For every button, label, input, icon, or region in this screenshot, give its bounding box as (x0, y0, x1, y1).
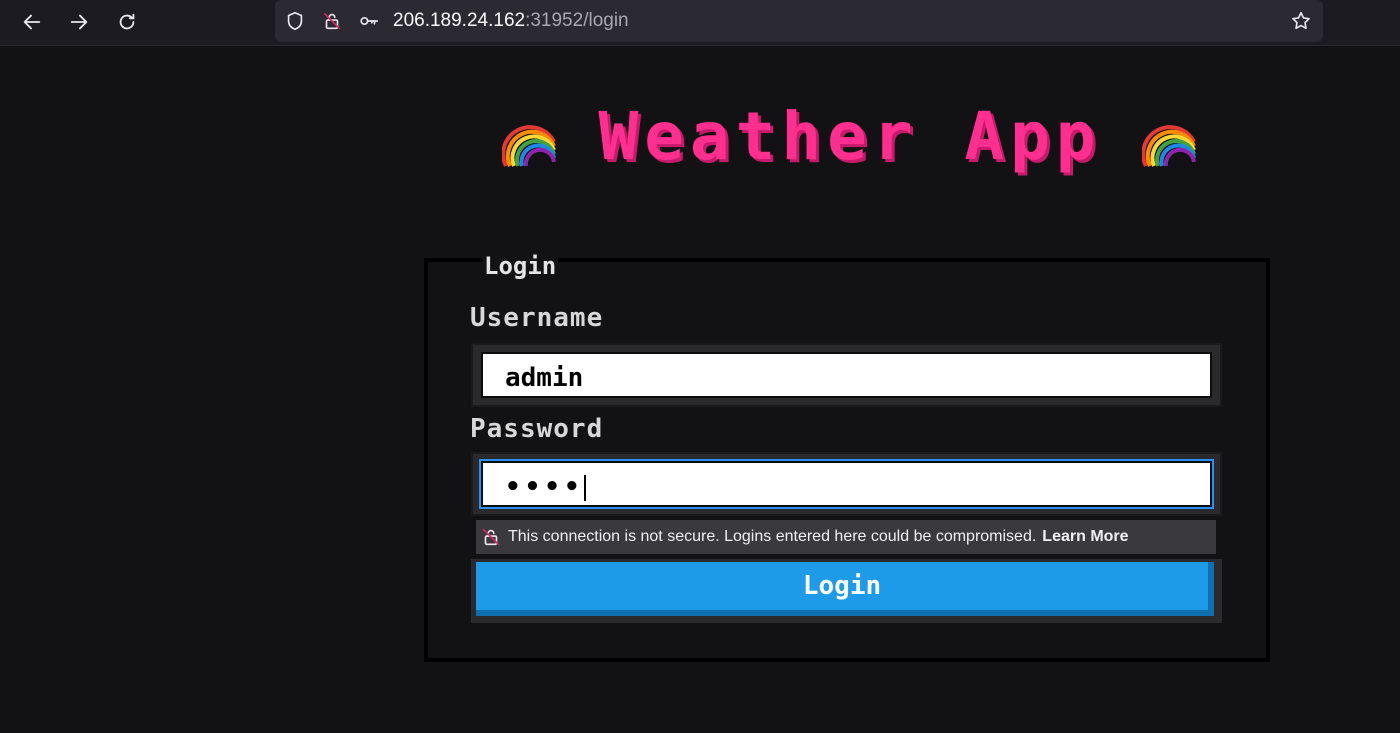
insecure-login-warning: This connection is not secure. Logins en… (476, 520, 1216, 554)
form-legend: Login (482, 252, 559, 280)
login-button[interactable]: Login (476, 562, 1214, 616)
page-title: Weather App (598, 97, 1102, 175)
learn-more-link[interactable]: Learn More (1042, 528, 1128, 546)
shield-icon[interactable] (283, 9, 307, 33)
password-input[interactable]: •••• (481, 461, 1212, 507)
back-button[interactable] (17, 8, 47, 36)
url-host: 206.189.24.162 (393, 10, 526, 31)
username-input[interactable]: admin (481, 352, 1212, 398)
browser-toolbar: 206.189.24.162:31952/login (0, 0, 1400, 46)
username-label: Username (470, 303, 604, 333)
bookmark-star-icon[interactable] (1289, 9, 1313, 33)
password-field-frame: •••• (471, 452, 1222, 516)
login-button-frame: Login (471, 559, 1222, 623)
back-arrow-icon (23, 14, 41, 30)
app-header: Weather App (440, 96, 1260, 176)
password-label: Password (470, 414, 604, 444)
insecure-lock-icon (482, 528, 500, 546)
password-value: •••• (505, 472, 584, 502)
reload-button[interactable] (112, 8, 142, 36)
username-field-frame: admin (471, 343, 1222, 407)
key-icon[interactable] (357, 9, 381, 33)
address-bar[interactable]: 206.189.24.162:31952/login (275, 0, 1323, 42)
rainbow-icon (502, 102, 558, 170)
insecure-lock-icon[interactable] (320, 9, 344, 33)
forward-arrow-icon (70, 14, 88, 30)
forward-button[interactable] (64, 8, 94, 36)
url-path: :31952/login (525, 10, 629, 31)
warning-text: This connection is not secure. Logins en… (508, 528, 1037, 545)
text-caret (583, 474, 586, 501)
username-value: admin (505, 363, 584, 393)
rainbow-icon (1141, 102, 1198, 170)
url-text[interactable]: 206.189.24.162:31952/login (393, 10, 629, 32)
reload-icon (119, 13, 135, 30)
